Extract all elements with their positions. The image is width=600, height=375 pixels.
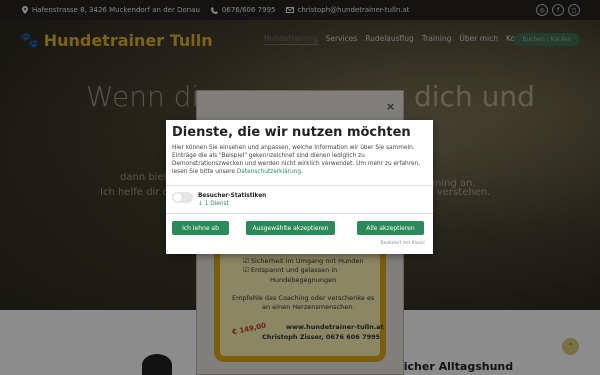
service-name: Besucher-Statistiken — [198, 193, 267, 199]
divider — [166, 185, 433, 186]
privacy-policy-link[interactable]: Datenschutzerklärung — [237, 169, 301, 175]
statistics-toggle[interactable] — [172, 192, 193, 203]
service-count-toggle[interactable]: ↓ 1 Dienst — [198, 201, 229, 207]
klaro-credit-link[interactable]: Realisiert mit Klaro! — [381, 241, 425, 246]
consent-text-end: . — [301, 169, 303, 175]
divider — [166, 213, 433, 214]
accept-selected-button[interactable]: Ausgewählte akzeptieren — [246, 221, 335, 235]
consent-modal: Dienste, die wir nutzen möchten Hier kön… — [166, 120, 433, 254]
accept-all-button[interactable]: Alle akzeptieren — [357, 221, 424, 235]
consent-description: Hier können Sie einsehen und anpassen, w… — [172, 144, 429, 176]
decline-button[interactable]: Ich lehne ab — [172, 221, 229, 235]
consent-title: Dienste, die wir nutzen möchten — [172, 125, 411, 140]
